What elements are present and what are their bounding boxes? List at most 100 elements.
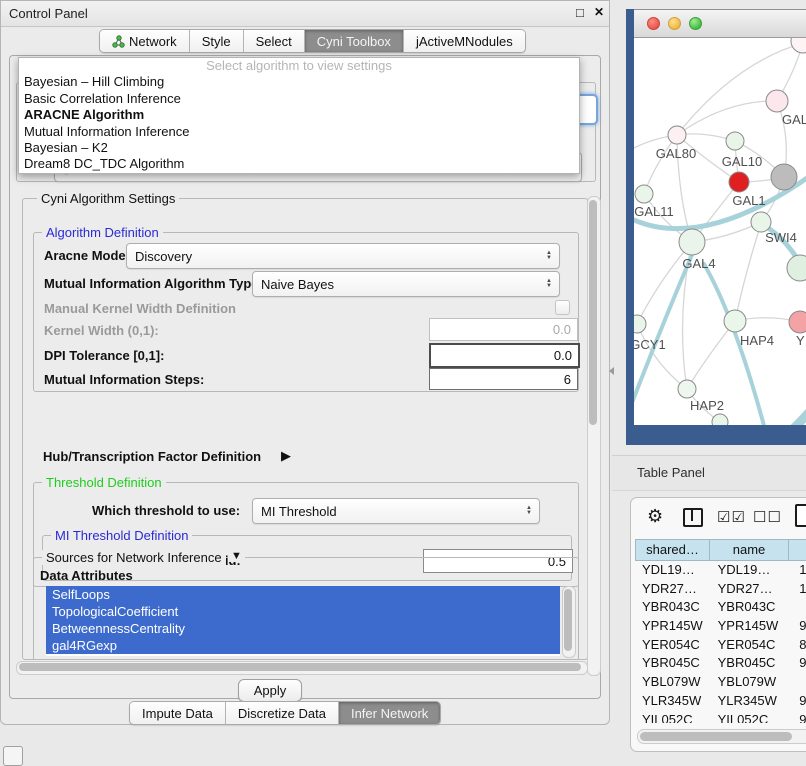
- column-header[interactable]: name: [710, 539, 789, 561]
- tab-infer-network[interactable]: Infer Network: [339, 702, 440, 724]
- network-node-gal80[interactable]: [668, 126, 686, 144]
- network-node-label: Y: [796, 333, 805, 348]
- network-edge-highlighted[interactable]: [732, 404, 806, 425]
- network-node-gal11[interactable]: [635, 185, 653, 203]
- table-row[interactable]: YPR145W YPR145W 9.: [635, 617, 806, 636]
- list-item-selected[interactable]: BetweennessCentrality: [46, 620, 560, 637]
- table-row[interactable]: YBL079W YBL079W: [635, 673, 806, 692]
- dropdown-item[interactable]: Dream8 DC_TDC Algorithm: [19, 156, 579, 172]
- network-node-gal10[interactable]: [726, 132, 744, 150]
- minimized-panel-stub[interactable]: [3, 746, 23, 766]
- table-horizontal-scrollbar[interactable]: [637, 729, 806, 744]
- table-row[interactable]: YBR045C YBR045C 9.: [635, 654, 806, 673]
- which-threshold-label: Which threshold to use:: [92, 503, 240, 518]
- splitter-collapse-arrow[interactable]: [609, 367, 614, 375]
- network-node[interactable]: [712, 414, 728, 425]
- network-node-label: GAL80: [656, 146, 696, 161]
- dpi-tolerance-field[interactable]: 0.0: [429, 343, 580, 368]
- manual-kernel-checkbox[interactable]: [555, 300, 570, 315]
- network-node-label: GCY1: [634, 337, 666, 352]
- zoom-traffic-light-icon[interactable]: [689, 17, 702, 30]
- stepper-arrows-icon[interactable]: ▲▼: [522, 499, 536, 523]
- network-node[interactable]: [771, 164, 797, 190]
- list-item-selected[interactable]: gal4RGexp: [46, 637, 560, 654]
- table-row[interactable]: YDR27… YDR27… 12: [635, 580, 806, 599]
- column-header[interactable]: shared…: [635, 539, 710, 561]
- network-node-gal[interactable]: [766, 90, 788, 112]
- close-window-icon[interactable]: ✕: [594, 5, 604, 19]
- mi-steps-field[interactable]: 6: [429, 368, 578, 390]
- network-node-gcy1[interactable]: [634, 315, 646, 333]
- table-row[interactable]: YLR345W YLR345W 9.: [635, 692, 806, 711]
- dropdown-item[interactable]: Bayesian – K2: [19, 140, 579, 156]
- tab-impute-data[interactable]: Impute Data: [130, 702, 226, 724]
- tab-discretize-data[interactable]: Discretize Data: [226, 702, 339, 724]
- dropdown-item[interactable]: Bayesian – Hill Climbing: [19, 74, 579, 90]
- attributes-vertical-scrollbar[interactable]: [562, 586, 576, 658]
- network-node-hap2[interactable]: [678, 380, 696, 398]
- select-all-columns-icon[interactable]: ☑☑: [717, 508, 746, 526]
- network-node-hap4[interactable]: [724, 310, 746, 332]
- tab-style[interactable]: Style: [190, 30, 244, 52]
- settings-horizontal-scrollbar[interactable]: [16, 661, 588, 675]
- network-icon: [112, 35, 125, 48]
- list-item-selected[interactable]: SelfLoops: [46, 586, 560, 603]
- float-window-icon[interactable]: □: [576, 5, 584, 20]
- algorithm-definition-title: Algorithm Definition: [42, 225, 163, 240]
- network-node-gal4[interactable]: [679, 229, 705, 255]
- split-columns-icon[interactable]: [683, 508, 703, 527]
- kernel-width-field[interactable]: 0.0: [429, 318, 578, 341]
- control-panel-titlebar[interactable]: Control Panel □ ✕: [1, 1, 609, 27]
- control-panel-tabbar: Network Style Select Cyni Toolbox jActiv…: [99, 29, 526, 53]
- minimize-traffic-light-icon[interactable]: [668, 17, 681, 30]
- mi-type-combo[interactable]: Naive Bayes ▲▼: [252, 271, 560, 297]
- aracne-mode-combo[interactable]: Discovery ▲▼: [126, 243, 560, 269]
- close-traffic-light-icon[interactable]: [647, 17, 660, 30]
- manual-kernel-label: Manual Kernel Width Definition: [44, 301, 236, 316]
- tab-cyni-toolbox[interactable]: Cyni Toolbox: [305, 30, 404, 52]
- network-window-titlebar[interactable]: [634, 10, 806, 38]
- network-edge[interactable]: [735, 224, 761, 321]
- tab-network[interactable]: Network: [100, 30, 190, 52]
- column-header[interactable]: A: [789, 539, 806, 561]
- mi-type-label: Mutual Information Algorithm Type:: [44, 276, 263, 291]
- dropdown-item[interactable]: Basic Correlation Inference: [19, 91, 579, 107]
- network-node-y[interactable]: [789, 311, 806, 333]
- algorithm-dropdown-popup: Select algorithm to view settings Bayesi…: [18, 57, 580, 174]
- network-canvas-svg[interactable]: GALGAL80GAL10GAL1GAL11SWI4GAL4GCY1HAP4YH…: [634, 38, 806, 425]
- network-node[interactable]: [791, 38, 806, 53]
- gear-icon[interactable]: ⚙: [647, 506, 663, 527]
- hub-definition-label[interactable]: Hub/Transcription Factor Definition: [43, 449, 261, 464]
- apply-button[interactable]: Apply: [238, 679, 302, 702]
- settings-vertical-scrollbar[interactable]: [587, 196, 601, 676]
- network-edge[interactable]: [644, 135, 677, 194]
- list-item-selected[interactable]: TopologicalCoefficient: [46, 603, 560, 620]
- dropdown-item[interactable]: Mutual Information Inference: [19, 124, 579, 140]
- cyni-algorithm-settings-group: Cyni Algorithm Settings Algorithm Defini…: [22, 198, 588, 660]
- network-edge[interactable]: [637, 242, 692, 324]
- collapse-arrow-icon[interactable]: ▼: [228, 550, 245, 562]
- network-edge[interactable]: [687, 321, 735, 389]
- network-node[interactable]: [787, 255, 806, 281]
- stepper-arrows-icon[interactable]: ▲▼: [542, 244, 556, 268]
- tab-network-label: Network: [129, 34, 177, 49]
- threshold-definition-title: Threshold Definition: [42, 475, 166, 490]
- table-panel-body: ⚙ ☑☑ ☐☐ shared…nameA YDL19… YDL19… 13 YD…: [630, 497, 806, 752]
- table-row[interactable]: YER054C YER054C 8.: [635, 636, 806, 655]
- expand-arrow-icon[interactable]: ▶: [281, 448, 291, 464]
- export-table-icon[interactable]: [795, 504, 806, 527]
- unselect-all-columns-icon[interactable]: ☐☐: [753, 508, 782, 526]
- table-row[interactable]: YBR043C YBR043C: [635, 598, 806, 617]
- tab-select[interactable]: Select: [244, 30, 305, 52]
- network-edge[interactable]: [637, 324, 687, 389]
- table-panel-header[interactable]: Table Panel: [612, 455, 806, 491]
- which-threshold-combo[interactable]: MI Threshold ▲▼: [252, 498, 540, 524]
- tab-jactivemnodules[interactable]: jActiveMNodules: [404, 30, 525, 52]
- network-node-label: GAL: [782, 112, 806, 127]
- network-node-swi4[interactable]: [751, 212, 771, 232]
- dropdown-item-selected[interactable]: ARACNE Algorithm: [19, 107, 579, 123]
- table-row[interactable]: YDL19… YDL19… 13: [635, 561, 806, 580]
- stepper-arrows-icon[interactable]: ▲▼: [542, 272, 556, 296]
- network-node-gal1[interactable]: [729, 172, 749, 192]
- table-row[interactable]: YIL052C YIL052C 9: [635, 711, 806, 724]
